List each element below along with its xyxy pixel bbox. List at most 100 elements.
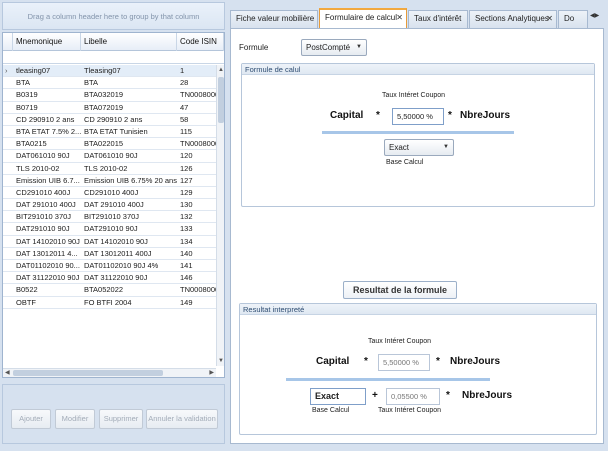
cell-mnemonique[interactable]: DAT 31122010 90J <box>13 272 81 284</box>
cell-libelle[interactable]: DAT 291010 400J <box>81 199 177 211</box>
tab-do[interactable]: Do <box>558 10 588 28</box>
cell-code-isin[interactable]: 28 <box>177 77 216 89</box>
delete-button[interactable]: Supprimer <box>99 409 143 429</box>
table-row[interactable]: B0319 BTA032019 TN0008000 <box>3 89 216 102</box>
cell-libelle[interactable]: DAT061010 90J <box>81 150 177 162</box>
resultat-formule-button[interactable]: Resultat de la formule <box>343 281 457 299</box>
cell-code-isin[interactable]: TN0008000 <box>177 89 216 101</box>
cell-code-isin[interactable]: TN0008000 <box>177 138 216 150</box>
table-row[interactable]: B0719 BTA072019 47 <box>3 102 216 114</box>
cell-mnemonique[interactable]: BIT291010 370J <box>13 211 81 223</box>
cell-libelle[interactable]: BTA072019 <box>81 102 177 114</box>
cell-code-isin[interactable]: 133 <box>177 223 216 235</box>
cell-mnemonique[interactable]: DAT061010 90J <box>13 150 81 162</box>
cell-mnemonique[interactable]: OBTF <box>13 297 81 309</box>
cell-libelle[interactable]: Emission UIB 6.75% 20 ans <box>81 175 177 187</box>
cell-code-isin[interactable]: 134 <box>177 236 216 248</box>
edit-button[interactable]: Modifier <box>55 409 95 429</box>
cell-mnemonique[interactable]: CD291010 400J <box>13 187 81 199</box>
vertical-scrollbar[interactable]: ▲ ▼ <box>216 65 224 366</box>
cell-mnemonique[interactable]: BTA0215 <box>13 138 81 150</box>
table-row[interactable]: OBTF FO BTFI 2004 149 <box>3 297 216 309</box>
scroll-up-icon[interactable]: ▲ <box>218 66 224 74</box>
table-row[interactable]: BTA ETAT 7.5% 2... BTA ETAT Tunisien 115 <box>3 126 216 139</box>
cell-mnemonique[interactable]: BTA ETAT 7.5% 2... <box>13 126 81 138</box>
add-button[interactable]: Ajouter <box>11 409 51 429</box>
base-calcul-select[interactable]: Exact ▼ <box>384 139 454 156</box>
table-row[interactable]: DAT 14102010 90J DAT 14102010 90J 134 <box>3 236 216 248</box>
cell-mnemonique[interactable]: DAT 13012011 4... <box>13 248 81 260</box>
tab-formulaire-calcul[interactable]: Formulaire de calcul ✕ <box>319 8 407 29</box>
cell-libelle[interactable]: DAT01102010 90J 4% <box>81 260 177 272</box>
cell-code-isin[interactable]: 140 <box>177 248 216 260</box>
vertical-scroll-thumb[interactable] <box>218 77 224 123</box>
formule-select[interactable]: PostCompté ▼ <box>301 39 367 56</box>
scroll-right-icon[interactable]: ▶ <box>209 369 214 377</box>
cell-code-isin[interactable]: 115 <box>177 126 216 138</box>
table-row[interactable]: DAT061010 90J DAT061010 90J 120 <box>3 150 216 163</box>
scroll-left-icon[interactable]: ◀ <box>5 369 10 377</box>
cell-code-isin[interactable]: 120 <box>177 150 216 162</box>
table-row[interactable]: Emission UIB 6.7... Emission UIB 6.75% 20… <box>3 175 216 187</box>
tab-sections-analytiques[interactable]: Sections Analytiques ✕ <box>469 10 557 28</box>
cell-code-isin[interactable]: 127 <box>177 175 216 187</box>
table-row[interactable]: DAT 13012011 4... DAT 13012011 400J 140 <box>3 248 216 260</box>
cell-libelle[interactable]: FO BTFI 2004 <box>81 297 177 309</box>
table-row[interactable]: › tleasing07 Tleasing07 1 <box>3 65 216 78</box>
tab-scroll-arrows[interactable]: ◀▶ <box>590 12 606 24</box>
cell-mnemonique[interactable]: Emission UIB 6.7... <box>13 175 81 187</box>
filter-row[interactable] <box>3 51 224 64</box>
cell-code-isin[interactable]: 1 <box>177 65 216 77</box>
cancel-validation-button[interactable]: Annuler la validation <box>146 409 218 429</box>
cell-code-isin[interactable]: 58 <box>177 114 216 126</box>
scroll-down-icon[interactable]: ▼ <box>218 357 224 365</box>
cell-libelle[interactable]: BTA ETAT Tunisien <box>81 126 177 138</box>
cell-mnemonique[interactable]: B0522 <box>13 284 81 296</box>
close-icon[interactable]: ✕ <box>546 11 553 27</box>
chevron-right-icon[interactable]: ▶ <box>595 13 600 19</box>
cell-libelle[interactable]: BTA <box>81 77 177 89</box>
cell-libelle[interactable]: DAT 31122010 90J <box>81 272 177 284</box>
cell-mnemonique[interactable]: DAT291010 90J <box>13 223 81 235</box>
table-row[interactable]: B0522 BTA052022 TN0008000 <box>3 284 216 297</box>
horizontal-scroll-thumb[interactable] <box>13 370 163 376</box>
cell-code-isin[interactable]: 146 <box>177 272 216 284</box>
close-icon[interactable]: ✕ <box>396 10 403 26</box>
cell-code-isin[interactable]: 126 <box>177 163 216 175</box>
horizontal-scrollbar[interactable]: ◀ ▶ <box>3 368 216 377</box>
cell-libelle[interactable]: DAT 14102010 90J <box>81 236 177 248</box>
group-by-drop-area[interactable]: Drag a column header here to group by th… <box>2 2 225 30</box>
cell-libelle[interactable]: DAT291010 90J <box>81 223 177 235</box>
cell-code-isin[interactable]: 130 <box>177 199 216 211</box>
cell-mnemonique[interactable]: B0719 <box>13 102 81 114</box>
table-row[interactable]: BTA0215 BTA022015 TN0008000 <box>3 138 216 151</box>
cell-libelle[interactable]: BTA022015 <box>81 138 177 150</box>
taux-input[interactable]: 5,50000 % <box>392 108 444 125</box>
table-row[interactable]: DAT291010 90J DAT291010 90J 133 <box>3 223 216 236</box>
table-row[interactable]: CD 290910 2 ans CD 290910 2 ans 58 <box>3 114 216 126</box>
cell-libelle[interactable]: DAT 13012011 400J <box>81 248 177 260</box>
cell-mnemonique[interactable]: DAT 291010 400J <box>13 199 81 211</box>
cell-mnemonique[interactable]: tleasing07 <box>13 65 81 77</box>
column-header-mnemonique[interactable]: Mnemonique <box>13 33 81 51</box>
cell-code-isin[interactable]: 141 <box>177 260 216 272</box>
column-header-code-isin[interactable]: Code ISIN <box>177 33 224 51</box>
cell-code-isin[interactable]: 149 <box>177 297 216 309</box>
cell-code-isin[interactable]: 47 <box>177 102 216 114</box>
table-row[interactable]: DAT 31122010 90J DAT 31122010 90J 146 <box>3 272 216 285</box>
cell-code-isin[interactable]: TN0008000 <box>177 284 216 296</box>
column-header-libelle[interactable]: Libelle <box>81 33 177 51</box>
table-row[interactable]: BTA BTA 28 <box>3 77 216 90</box>
table-row[interactable]: DAT01102010 90... DAT01102010 90J 4% 141 <box>3 260 216 273</box>
cell-libelle[interactable]: BTA032019 <box>81 89 177 101</box>
tab-fiche-valeur[interactable]: Fiche valeur mobilière <box>230 10 318 28</box>
cell-code-isin[interactable]: 129 <box>177 187 216 199</box>
cell-mnemonique[interactable]: BTA <box>13 77 81 89</box>
cell-libelle[interactable]: CD 290910 2 ans <box>81 114 177 126</box>
cell-libelle[interactable]: TLS 2010-02 <box>81 163 177 175</box>
table-row[interactable]: DAT 291010 400J DAT 291010 400J 130 <box>3 199 216 212</box>
table-row[interactable]: TLS 2010-02 TLS 2010-02 126 <box>3 163 216 175</box>
table-row[interactable]: CD291010 400J CD291010 400J 129 <box>3 187 216 200</box>
tab-taux-interet[interactable]: Taux d'intérêt <box>408 10 468 28</box>
cell-mnemonique[interactable]: TLS 2010-02 <box>13 163 81 175</box>
